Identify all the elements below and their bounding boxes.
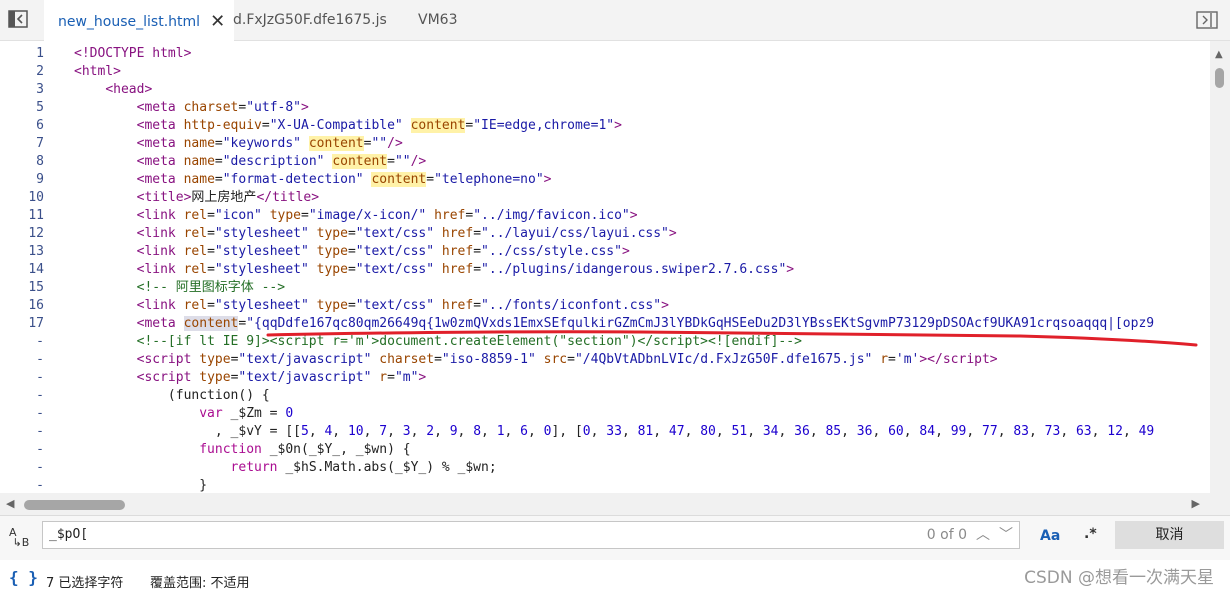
line-number[interactable]: 11 — [0, 207, 44, 225]
code-line[interactable]: return _$hS.Math.abs(_$Y_) % _$wn; — [74, 459, 1210, 477]
line-number[interactable]: 12 — [0, 225, 44, 243]
code-line[interactable]: (function() { — [74, 387, 1210, 405]
code-line[interactable]: } — [74, 477, 1210, 493]
code-line[interactable]: var _$Zm = 0 — [74, 405, 1210, 423]
tab-bar: new_house_list.html ✕ d.FxJzG50F.dfe1675.… — [0, 0, 1230, 42]
code-line[interactable]: <html> — [74, 63, 1210, 81]
code-line[interactable]: <meta name="description" content=""/> — [74, 153, 1210, 171]
line-number[interactable]: 5 — [0, 99, 44, 117]
scroll-up-icon[interactable]: ▲ — [1215, 49, 1223, 60]
tab-new-house-list[interactable]: new_house_list.html ✕ — [44, 0, 234, 42]
line-number[interactable]: - — [0, 459, 44, 477]
line-number[interactable]: 9 — [0, 171, 44, 189]
close-icon[interactable]: ✕ — [210, 2, 225, 42]
search-bar: A ↳B _$pO[ 0 of 0 ︿ ﹀ Aa .* 取消 — [0, 515, 1230, 560]
tab-label: new_house_list.html — [58, 14, 201, 30]
regex-button[interactable]: .* — [1084, 526, 1097, 542]
vertical-scrollbar[interactable]: ▲ — [1210, 41, 1230, 493]
pretty-print-button[interactable]: { } — [9, 568, 38, 587]
code-line[interactable]: <meta content="{qqDdfe167qc80qm26649q{1w… — [74, 315, 1210, 333]
code-line[interactable]: <meta charset="utf-8"> — [74, 99, 1210, 117]
line-number-gutter: 1 2 3 5 6 7 8 9 10 11 12 13 14 15 16 17- - - - - - - - - — [0, 45, 44, 493]
toggle-navigator-icon[interactable] — [8, 10, 28, 28]
line-number[interactable]: - — [0, 333, 44, 351]
tab-vm63[interactable]: VM63 — [418, 0, 457, 40]
line-number[interactable]: 16 — [0, 297, 44, 315]
code-line[interactable]: <link rel="stylesheet" type="text/css" h… — [74, 243, 1210, 261]
code-line[interactable]: <!--[if lt IE 9]><script r='m'>document.… — [74, 333, 1210, 351]
code-line[interactable]: <head> — [74, 81, 1210, 99]
code-line[interactable]: , _$vY = [[5, 4, 10, 7, 3, 2, 9, 8, 1, 6… — [74, 423, 1210, 441]
line-number[interactable]: 13 — [0, 243, 44, 261]
line-number[interactable]: 3 — [0, 81, 44, 99]
cancel-button[interactable]: 取消 — [1115, 521, 1224, 549]
code-line[interactable]: function _$0n(_$Y_, _$wn) { — [74, 441, 1210, 459]
status-bar: { } 7 已选择字符 覆盖范围: 不适用 CSDN @想看一次满天星 — [0, 560, 1230, 591]
search-input[interactable]: _$pO[ 0 of 0 ︿ ﹀ — [42, 521, 1020, 549]
line-number[interactable]: 7 — [0, 135, 44, 153]
tab-label: VM63 — [418, 12, 458, 28]
code-line[interactable]: <link rel="icon" type="image/x-icon/" hr… — [74, 207, 1210, 225]
code-line[interactable]: <script type="text/javascript" r="m"> — [74, 369, 1210, 387]
line-number[interactable]: - — [0, 423, 44, 441]
code-area[interactable]: <!DOCTYPE html> <html> <head> <meta chars… — [74, 45, 1210, 493]
code-line[interactable]: <!-- 阿里图标字体 --> — [74, 279, 1210, 297]
dock-panel-icon[interactable] — [1196, 11, 1218, 29]
code-editor[interactable]: 1 2 3 5 6 7 8 9 10 11 12 13 14 15 16 17- - - - - - - - - <!DOCT… — [0, 41, 1210, 493]
code-line[interactable]: <!DOCTYPE html> — [74, 45, 1210, 63]
vertical-scroll-thumb[interactable] — [1215, 68, 1224, 88]
scroll-right-icon[interactable]: ▶ — [1192, 497, 1200, 510]
line-number[interactable]: 2 — [0, 63, 44, 81]
line-number[interactable]: 8 — [0, 153, 44, 171]
search-match-count: 0 of 0 — [926, 527, 967, 543]
tab-d-fxjzg50f-js[interactable]: d.FxJzG50F.dfe1675.js — [233, 0, 387, 40]
horizontal-scroll-thumb[interactable] — [24, 500, 125, 510]
coverage-status: 覆盖范围: 不适用 — [150, 576, 250, 591]
watermark-text: CSDN @想看一次满天星 — [1024, 568, 1214, 588]
scroll-left-icon[interactable]: ◀ — [6, 497, 14, 510]
line-number[interactable]: 6 — [0, 117, 44, 135]
search-query: _$pO[ — [49, 527, 89, 542]
code-line[interactable]: <link rel="stylesheet" type="text/css" h… — [74, 225, 1210, 243]
horizontal-scrollbar[interactable]: ◀ ▶ — [0, 493, 1210, 515]
chevron-up-icon[interactable]: ︿ — [972, 523, 994, 547]
selection-status: 7 已选择字符 — [46, 576, 124, 591]
line-number[interactable]: - — [0, 387, 44, 405]
code-line[interactable]: <link rel="stylesheet" type="text/css" h… — [74, 297, 1210, 315]
line-number[interactable]: - — [0, 369, 44, 387]
code-line[interactable]: <meta http-equiv="X-UA-Compatible" conte… — [74, 117, 1210, 135]
replace-toggle-icon[interactable]: A ↳B — [9, 527, 29, 548]
line-number[interactable]: 10 — [0, 189, 44, 207]
tab-label: d.FxJzG50F.dfe1675.js — [233, 12, 387, 28]
scrollbar-corner — [1210, 493, 1230, 515]
line-number[interactable]: - — [0, 351, 44, 369]
code-line[interactable]: <meta name="format-detection" content="t… — [74, 171, 1210, 189]
code-line[interactable]: <link rel="stylesheet" type="text/css" h… — [74, 261, 1210, 279]
line-number[interactable]: - — [0, 477, 44, 493]
line-number[interactable]: - — [0, 405, 44, 423]
match-case-button[interactable]: Aa — [1040, 528, 1060, 544]
line-number[interactable]: - — [0, 441, 44, 459]
code-line[interactable]: <meta name="keywords" content=""/> — [74, 135, 1210, 153]
code-line[interactable]: <script type="text/javascript" charset="… — [74, 351, 1210, 369]
chevron-down-icon[interactable]: ﹀ — [995, 523, 1017, 547]
line-number[interactable]: 17 — [0, 315, 44, 333]
line-number[interactable]: 14 — [0, 261, 44, 279]
line-number[interactable]: 1 — [0, 45, 44, 63]
code-line[interactable]: <title>网上房地产</title> — [74, 189, 1210, 207]
line-number[interactable]: 15 — [0, 279, 44, 297]
